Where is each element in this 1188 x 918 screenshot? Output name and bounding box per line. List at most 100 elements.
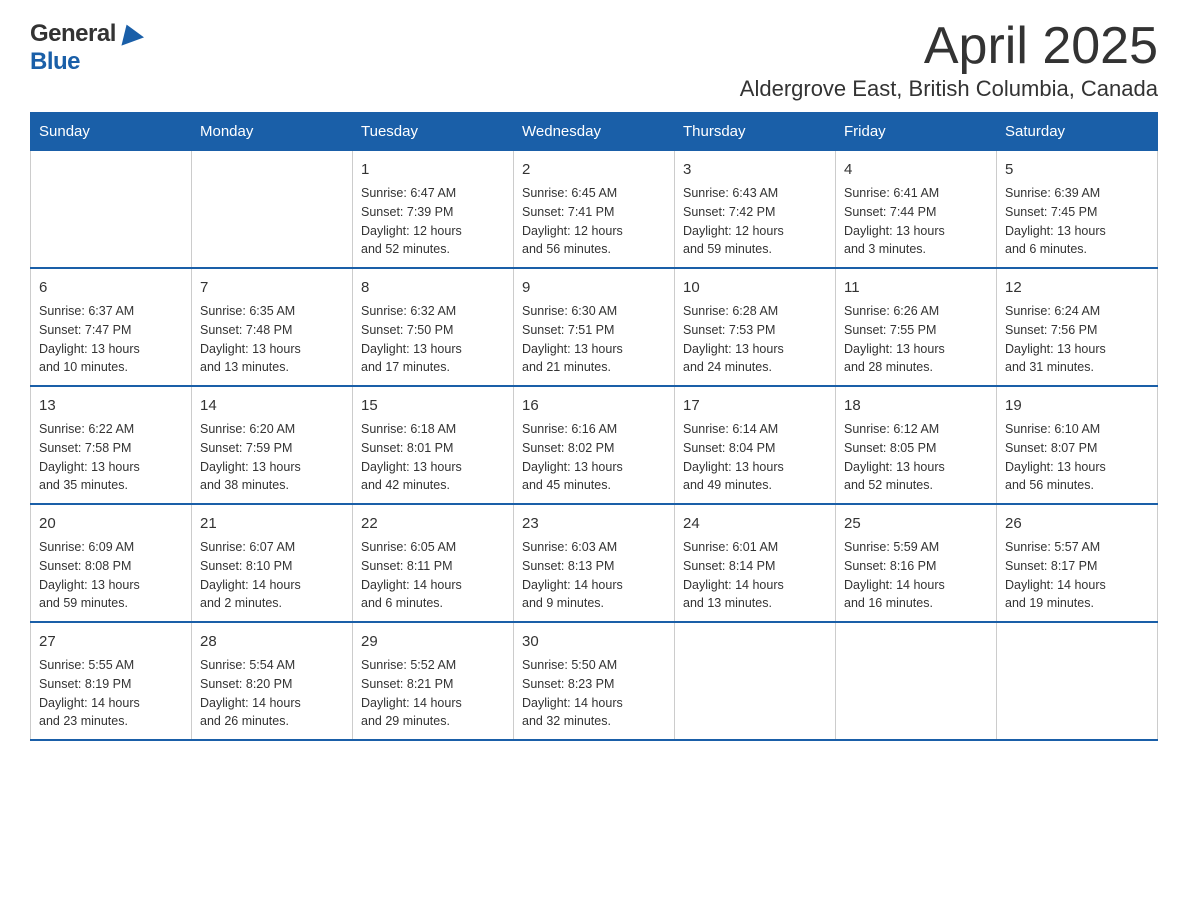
day-number: 17 — [683, 395, 827, 416]
day-number: 30 — [522, 631, 666, 652]
calendar-day-cell: 5 Sunrise: 6:39 AM Sunset: 7:45 PM Daylig… — [997, 151, 1158, 269]
day-number: 9 — [522, 277, 666, 298]
day-info: Sunrise: 6:16 AM Sunset: 8:02 PM Dayligh… — [522, 420, 666, 495]
page-header: General Blue April 2025 Aldergrove East,… — [30, 20, 1158, 102]
calendar-day-cell: 9 Sunrise: 6:30 AM Sunset: 7:51 PM Daylig… — [514, 268, 675, 386]
calendar-day-cell — [675, 622, 836, 740]
day-info: Sunrise: 6:22 AM Sunset: 7:58 PM Dayligh… — [39, 420, 183, 495]
logo-icon — [116, 20, 144, 48]
day-info: Sunrise: 6:14 AM Sunset: 8:04 PM Dayligh… — [683, 420, 827, 495]
day-info: Sunrise: 6:26 AM Sunset: 7:55 PM Dayligh… — [844, 302, 988, 377]
day-info: Sunrise: 6:24 AM Sunset: 7:56 PM Dayligh… — [1005, 302, 1149, 377]
calendar-day-cell: 30 Sunrise: 5:50 AM Sunset: 8:23 PM Dayli… — [514, 622, 675, 740]
calendar-day-cell: 1Sunrise: 6:47 AM Sunset: 7:39 PM Daylig… — [353, 151, 514, 269]
calendar-week-row: 20Sunrise: 6:09 AM Sunset: 8:08 PM Dayli… — [31, 504, 1158, 622]
day-info: Sunrise: 6:20 AM Sunset: 7:59 PM Dayligh… — [200, 420, 344, 495]
calendar-day-cell: 22Sunrise: 6:05 AM Sunset: 8:11 PM Dayli… — [353, 504, 514, 622]
day-info: Sunrise: 5:57 AM Sunset: 8:17 PM Dayligh… — [1005, 538, 1149, 613]
day-info: Sunrise: 6:12 AM Sunset: 8:05 PM Dayligh… — [844, 420, 988, 495]
calendar-day-header: Tuesday — [353, 113, 514, 151]
calendar-day-cell: 16 Sunrise: 6:16 AM Sunset: 8:02 PM Dayli… — [514, 386, 675, 504]
calendar-body: 1Sunrise: 6:47 AM Sunset: 7:39 PM Daylig… — [31, 151, 1158, 741]
calendar-day-cell: 6 Sunrise: 6:37 AM Sunset: 7:47 PM Daylig… — [31, 268, 192, 386]
day-number: 23 — [522, 513, 666, 534]
calendar-day-cell: 8 Sunrise: 6:32 AM Sunset: 7:50 PM Daylig… — [353, 268, 514, 386]
day-info: Sunrise: 5:54 AM Sunset: 8:20 PM Dayligh… — [200, 656, 344, 731]
logo-general-text: General — [30, 20, 116, 48]
calendar-day-cell: 7Sunrise: 6:35 AM Sunset: 7:48 PM Daylig… — [192, 268, 353, 386]
day-info: Sunrise: 6:28 AM Sunset: 7:53 PM Dayligh… — [683, 302, 827, 377]
day-number: 27 — [39, 631, 183, 652]
day-number: 16 — [522, 395, 666, 416]
day-info: Sunrise: 6:45 AM Sunset: 7:41 PM Dayligh… — [522, 184, 666, 259]
calendar-day-cell: 29Sunrise: 5:52 AM Sunset: 8:21 PM Dayli… — [353, 622, 514, 740]
calendar-day-cell — [997, 622, 1158, 740]
day-info: Sunrise: 5:59 AM Sunset: 8:16 PM Dayligh… — [844, 538, 988, 613]
day-info: Sunrise: 6:32 AM Sunset: 7:50 PM Dayligh… — [361, 302, 505, 377]
day-number: 11 — [844, 277, 988, 298]
day-info: Sunrise: 5:55 AM Sunset: 8:19 PM Dayligh… — [39, 656, 183, 731]
day-info: Sunrise: 6:10 AM Sunset: 8:07 PM Dayligh… — [1005, 420, 1149, 495]
calendar-day-cell: 21 Sunrise: 6:07 AM Sunset: 8:10 PM Dayli… — [192, 504, 353, 622]
calendar-day-cell: 28 Sunrise: 5:54 AM Sunset: 8:20 PM Dayli… — [192, 622, 353, 740]
day-number: 8 — [361, 277, 505, 298]
day-number: 21 — [200, 513, 344, 534]
day-number: 26 — [1005, 513, 1149, 534]
calendar-header: SundayMondayTuesdayWednesdayThursdayFrid… — [31, 113, 1158, 151]
day-number: 25 — [844, 513, 988, 534]
day-number: 18 — [844, 395, 988, 416]
day-info: Sunrise: 6:18 AM Sunset: 8:01 PM Dayligh… — [361, 420, 505, 495]
calendar-day-cell: 12Sunrise: 6:24 AM Sunset: 7:56 PM Dayli… — [997, 268, 1158, 386]
day-number: 24 — [683, 513, 827, 534]
calendar-day-cell: 26 Sunrise: 5:57 AM Sunset: 8:17 PM Dayli… — [997, 504, 1158, 622]
calendar-day-header: Wednesday — [514, 113, 675, 151]
calendar-week-row: 27 Sunrise: 5:55 AM Sunset: 8:19 PM Dayli… — [31, 622, 1158, 740]
day-info: Sunrise: 5:50 AM Sunset: 8:23 PM Dayligh… — [522, 656, 666, 731]
calendar-day-cell: 19Sunrise: 6:10 AM Sunset: 8:07 PM Dayli… — [997, 386, 1158, 504]
calendar-day-cell: 11 Sunrise: 6:26 AM Sunset: 7:55 PM Dayli… — [836, 268, 997, 386]
day-info: Sunrise: 6:41 AM Sunset: 7:44 PM Dayligh… — [844, 184, 988, 259]
day-info: Sunrise: 6:03 AM Sunset: 8:13 PM Dayligh… — [522, 538, 666, 613]
calendar-day-header: Monday — [192, 113, 353, 151]
day-info: Sunrise: 6:30 AM Sunset: 7:51 PM Dayligh… — [522, 302, 666, 377]
day-number: 10 — [683, 277, 827, 298]
calendar-day-cell: 27 Sunrise: 5:55 AM Sunset: 8:19 PM Dayli… — [31, 622, 192, 740]
calendar-day-cell: 2 Sunrise: 6:45 AM Sunset: 7:41 PM Daylig… — [514, 151, 675, 269]
page-title: April 2025 — [740, 20, 1158, 72]
day-info: Sunrise: 6:07 AM Sunset: 8:10 PM Dayligh… — [200, 538, 344, 613]
day-number: 4 — [844, 159, 988, 180]
logo: General Blue — [30, 20, 144, 76]
day-number: 20 — [39, 513, 183, 534]
calendar-day-cell — [31, 151, 192, 269]
day-info: Sunrise: 5:52 AM Sunset: 8:21 PM Dayligh… — [361, 656, 505, 731]
calendar-day-cell: 23 Sunrise: 6:03 AM Sunset: 8:13 PM Dayli… — [514, 504, 675, 622]
calendar-day-cell: 13Sunrise: 6:22 AM Sunset: 7:58 PM Dayli… — [31, 386, 192, 504]
calendar-day-cell: 18 Sunrise: 6:12 AM Sunset: 8:05 PM Dayli… — [836, 386, 997, 504]
calendar-day-cell: 4 Sunrise: 6:41 AM Sunset: 7:44 PM Daylig… — [836, 151, 997, 269]
day-number: 7 — [200, 277, 344, 298]
day-number: 15 — [361, 395, 505, 416]
day-number: 28 — [200, 631, 344, 652]
day-number: 5 — [1005, 159, 1149, 180]
calendar-day-cell: 17 Sunrise: 6:14 AM Sunset: 8:04 PM Dayli… — [675, 386, 836, 504]
calendar-day-header: Saturday — [997, 113, 1158, 151]
calendar-day-cell — [192, 151, 353, 269]
calendar-day-cell: 15 Sunrise: 6:18 AM Sunset: 8:01 PM Dayli… — [353, 386, 514, 504]
day-info: Sunrise: 6:01 AM Sunset: 8:14 PM Dayligh… — [683, 538, 827, 613]
day-info: Sunrise: 6:39 AM Sunset: 7:45 PM Dayligh… — [1005, 184, 1149, 259]
day-info: Sunrise: 6:37 AM Sunset: 7:47 PM Dayligh… — [39, 302, 183, 377]
calendar-table: SundayMondayTuesdayWednesdayThursdayFrid… — [30, 112, 1158, 741]
calendar-day-cell: 20Sunrise: 6:09 AM Sunset: 8:08 PM Dayli… — [31, 504, 192, 622]
calendar-day-header: Thursday — [675, 113, 836, 151]
day-number: 6 — [39, 277, 183, 298]
calendar-day-cell: 25 Sunrise: 5:59 AM Sunset: 8:16 PM Dayli… — [836, 504, 997, 622]
day-number: 3 — [683, 159, 827, 180]
day-number: 14 — [200, 395, 344, 416]
calendar-week-row: 13Sunrise: 6:22 AM Sunset: 7:58 PM Dayli… — [31, 386, 1158, 504]
calendar-week-row: 6 Sunrise: 6:37 AM Sunset: 7:47 PM Daylig… — [31, 268, 1158, 386]
calendar-day-cell: 10 Sunrise: 6:28 AM Sunset: 7:53 PM Dayli… — [675, 268, 836, 386]
day-info: Sunrise: 6:47 AM Sunset: 7:39 PM Dayligh… — [361, 184, 505, 259]
title-block: April 2025 Aldergrove East, British Colu… — [740, 20, 1158, 102]
calendar-day-cell: 24 Sunrise: 6:01 AM Sunset: 8:14 PM Dayli… — [675, 504, 836, 622]
day-number: 2 — [522, 159, 666, 180]
